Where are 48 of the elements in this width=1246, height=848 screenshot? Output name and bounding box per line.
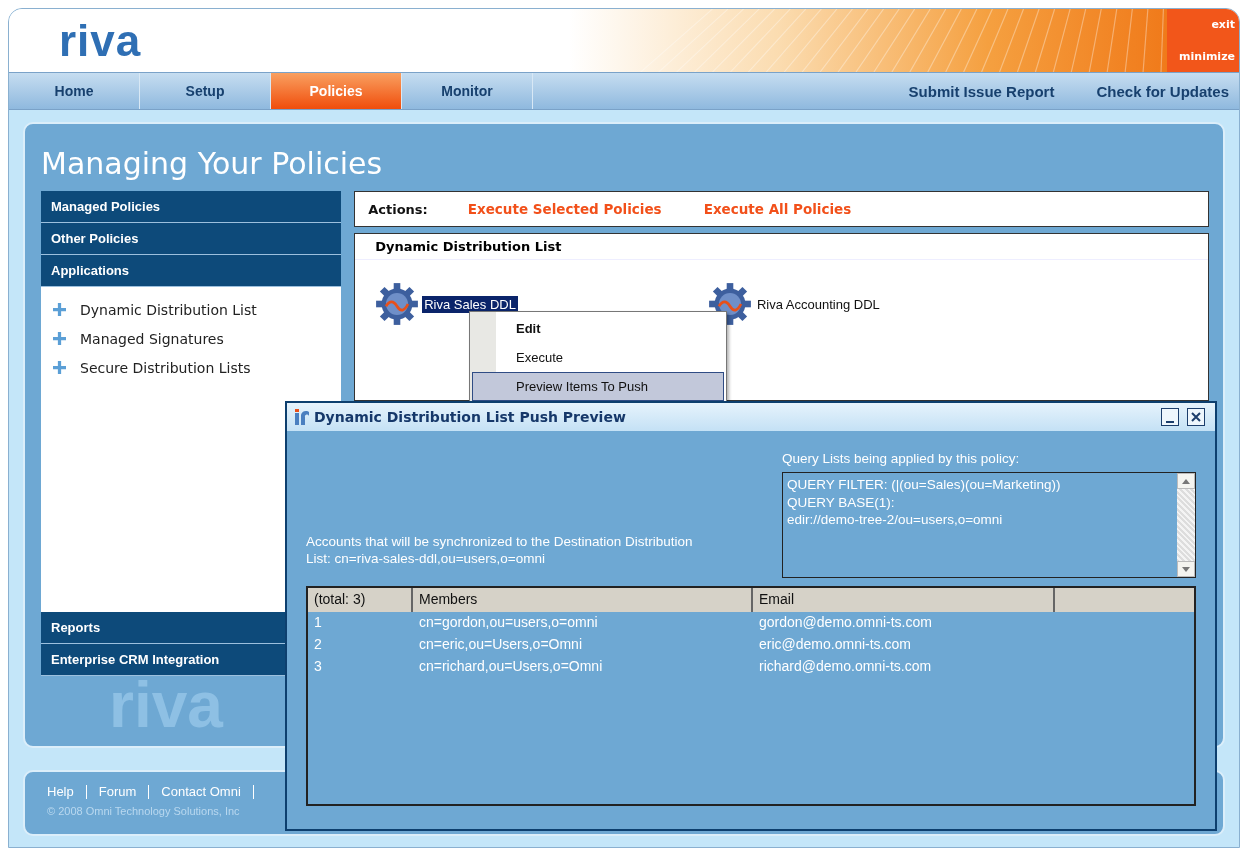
policy-name[interactable]: Riva Accounting DDL bbox=[754, 295, 882, 313]
nav-link[interactable]: Check for Updates bbox=[1064, 73, 1239, 109]
close-icon bbox=[1190, 411, 1202, 423]
query-label: Query Lists being applied by this policy: bbox=[782, 451, 1021, 466]
table-cell-text: 1 bbox=[313, 613, 323, 632]
description-text: Accounts that will be synchronized to the Destination Distribution List: cn=riva-sales-ddl,ou=users,o=omni bbox=[306, 532, 694, 569]
table-cell-text: cn=eric,ou=Users,o=Omni bbox=[418, 635, 584, 654]
dialog-title: Dynamic Distribution List Push Preview bbox=[314, 409, 626, 425]
nav-link[interactable]: Submit Issue Report bbox=[876, 73, 1065, 109]
column-header[interactable]: Email bbox=[753, 588, 1055, 612]
table-cell-text: gordon@demo.omni-ts.com bbox=[758, 613, 933, 632]
app-icon bbox=[295, 409, 309, 425]
menu-item[interactable]: Execute bbox=[472, 343, 724, 372]
nav-tab[interactable]: Home bbox=[9, 73, 140, 109]
table-cell-text: 3 bbox=[313, 657, 323, 676]
table-cell-text: richard@demo.omni-ts.com bbox=[758, 657, 933, 676]
actions-label: Actions: bbox=[368, 201, 428, 217]
logo: riva bbox=[59, 18, 142, 63]
up-arrow-icon bbox=[1182, 478, 1190, 484]
sidebar-item[interactable]: Dynamic Distribution List bbox=[80, 301, 257, 318]
column-header[interactable]: Members bbox=[413, 588, 753, 612]
plus-icon bbox=[53, 361, 66, 374]
sidebar-item[interactable]: Secure Distribution Lists bbox=[80, 359, 251, 376]
sidebar-section[interactable]: Other Policies bbox=[41, 223, 342, 255]
nav-tab[interactable]: Monitor bbox=[402, 73, 533, 109]
page-title: Managing Your Policies bbox=[41, 145, 384, 183]
table-cell-text: cn=richard,ou=Users,o=Omni bbox=[418, 657, 604, 676]
gear-icon bbox=[375, 282, 420, 326]
menu-item[interactable]: Edit bbox=[472, 314, 724, 343]
column-header[interactable]: (total: 3) bbox=[308, 588, 413, 612]
minimize-button[interactable] bbox=[1161, 408, 1179, 426]
table-cell-text: cn=gordon,ou=users,o=omni bbox=[418, 613, 599, 632]
policy-name[interactable]: Riva Sales DDL bbox=[422, 295, 518, 313]
plus-icon bbox=[53, 303, 66, 316]
action-link[interactable]: Execute All Policies bbox=[703, 201, 852, 217]
menu-item[interactable]: Preview Items To Push bbox=[472, 372, 724, 401]
copyright-text: © 2008 Omni Technology Solutions, Inc bbox=[47, 805, 241, 817]
sidebar-section[interactable]: Applications bbox=[41, 255, 342, 287]
table-cell-text: eric@demo.omni-ts.com bbox=[758, 635, 912, 654]
scrollbar[interactable] bbox=[1177, 473, 1195, 577]
sidebar-item[interactable]: Managed Signatures bbox=[80, 330, 224, 347]
action-link[interactable]: Execute Selected Policies bbox=[467, 201, 662, 217]
minimize-icon bbox=[1166, 421, 1174, 423]
down-arrow-icon bbox=[1182, 566, 1190, 572]
panel-title: Dynamic Distribution List bbox=[355, 234, 1208, 260]
close-button[interactable] bbox=[1187, 408, 1205, 426]
plus-icon bbox=[53, 332, 66, 345]
sidebar-section[interactable]: Managed Policies bbox=[41, 191, 342, 223]
